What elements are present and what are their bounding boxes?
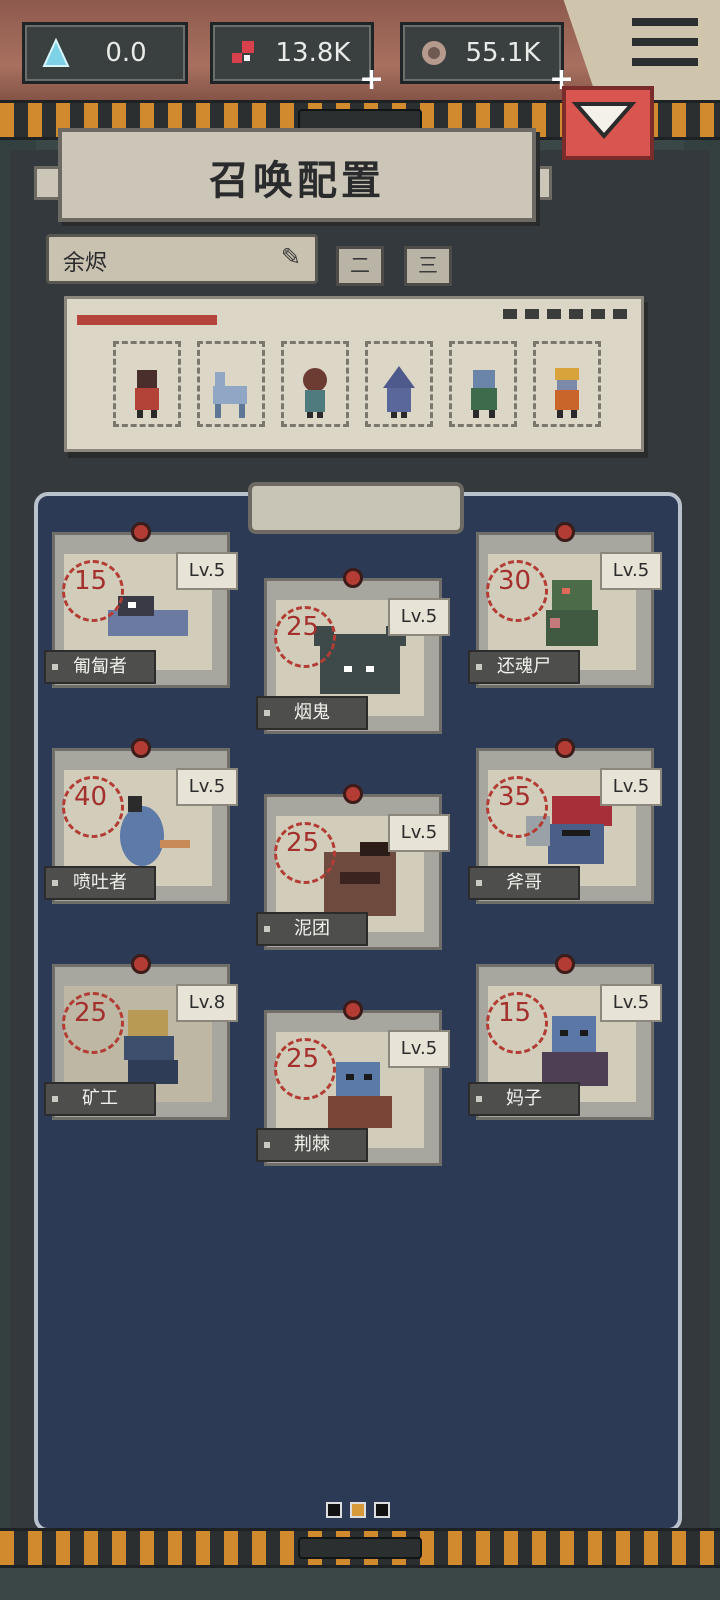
team-slot[interactable] bbox=[365, 341, 433, 427]
team-slot[interactable] bbox=[449, 341, 517, 427]
card-level: Lv.5 bbox=[600, 768, 662, 806]
card-cost: 35 bbox=[498, 782, 532, 812]
crystal-counter[interactable]: 0.0 bbox=[22, 22, 188, 84]
edit-icon[interactable]: ✎ bbox=[281, 243, 301, 271]
card-cost: 25 bbox=[286, 612, 320, 642]
bone-value: 55.1K bbox=[465, 38, 541, 68]
card-name: 矿工 bbox=[44, 1082, 156, 1116]
card-pin bbox=[555, 522, 575, 542]
ghoul-icon bbox=[471, 370, 497, 418]
miner-icon bbox=[555, 368, 579, 418]
preset-name: 余烬 bbox=[63, 251, 108, 276]
unit-card-smoke[interactable]: 25 Lv.5 烟鬼 bbox=[256, 568, 450, 734]
team-slot[interactable] bbox=[113, 341, 181, 427]
unit-card-miner[interactable]: 25 Lv.8 矿工 bbox=[44, 954, 238, 1120]
card-name: 泥团 bbox=[256, 912, 368, 946]
card-pin bbox=[131, 738, 151, 758]
card-level: Lv.5 bbox=[388, 814, 450, 852]
card-name: 喷吐者 bbox=[44, 866, 156, 900]
thorn-icon bbox=[303, 368, 327, 418]
page-indicator bbox=[326, 1502, 390, 1518]
preset-tab-2[interactable]: 二 bbox=[336, 246, 384, 286]
blood-counter[interactable]: 13.8K + bbox=[210, 22, 384, 95]
card-cost: 40 bbox=[74, 782, 108, 812]
team-dots bbox=[503, 309, 627, 319]
imp-icon bbox=[135, 370, 159, 418]
page-dot[interactable] bbox=[326, 1502, 342, 1518]
unit-card-axe[interactable]: 35 Lv.5 斧哥 bbox=[468, 738, 662, 904]
card-level: Lv.5 bbox=[388, 598, 450, 636]
card-level: Lv.5 bbox=[176, 552, 238, 590]
crystal-value: 0.0 bbox=[105, 38, 147, 68]
card-cost: 30 bbox=[498, 566, 532, 596]
menu-button[interactable] bbox=[628, 12, 702, 72]
card-name: 妈子 bbox=[468, 1082, 580, 1116]
page-dot[interactable] bbox=[374, 1502, 390, 1518]
wolf-icon bbox=[213, 372, 247, 418]
bone-counter[interactable]: 55.1K + bbox=[400, 22, 574, 95]
card-name: 荆棘 bbox=[256, 1128, 368, 1162]
blood-value: 13.8K bbox=[275, 38, 351, 68]
unit-card-revenant[interactable]: 30 Lv.5 还魂尸 bbox=[468, 522, 662, 688]
card-cost: 25 bbox=[286, 828, 320, 858]
card-cost: 15 bbox=[498, 998, 532, 1028]
add-blood-button[interactable]: + bbox=[359, 65, 385, 95]
unit-card-spitter[interactable]: 40 Lv.5 喷吐者 bbox=[44, 738, 238, 904]
hood-icon bbox=[383, 366, 415, 418]
unit-card-creeper[interactable]: 15 Lv.5 匍匐者 bbox=[44, 522, 238, 688]
crystal-icon bbox=[39, 36, 73, 70]
card-pin bbox=[343, 784, 363, 804]
card-cost: 25 bbox=[74, 998, 108, 1028]
card-level: Lv.5 bbox=[176, 768, 238, 806]
menu-bar bbox=[632, 38, 698, 46]
card-pin bbox=[343, 568, 363, 588]
card-level: Lv.8 bbox=[176, 984, 238, 1022]
unit-card-mother[interactable]: 15 Lv.5 妈子 bbox=[468, 954, 662, 1120]
card-name: 烟鬼 bbox=[256, 696, 368, 730]
roster-tab bbox=[248, 482, 464, 534]
stripe-cap bbox=[298, 1537, 422, 1559]
card-name: 还魂尸 bbox=[468, 650, 580, 684]
chevron-down-icon bbox=[571, 102, 637, 140]
team-slot[interactable] bbox=[281, 341, 349, 427]
page-title: 召唤配置 bbox=[209, 158, 385, 204]
team-panel bbox=[64, 296, 644, 452]
card-level: Lv.5 bbox=[600, 552, 662, 590]
card-cost: 15 bbox=[74, 566, 108, 596]
card-name: 斧哥 bbox=[468, 866, 580, 900]
menu-bar bbox=[632, 58, 698, 66]
team-slot[interactable] bbox=[197, 341, 265, 427]
team-accent bbox=[77, 315, 217, 325]
title-plate: 召唤配置 bbox=[58, 128, 536, 222]
card-pin bbox=[131, 522, 151, 542]
card-pin bbox=[343, 1000, 363, 1020]
unit-card-mud[interactable]: 25 Lv.5 泥团 bbox=[256, 784, 450, 950]
preset-tab-3[interactable]: 三 bbox=[404, 246, 452, 286]
card-level: Lv.5 bbox=[388, 1030, 450, 1068]
bottom-hazard-stripes bbox=[0, 1528, 720, 1568]
blood-icon bbox=[227, 36, 261, 70]
card-cost: 25 bbox=[286, 1044, 320, 1074]
unit-card-thorn[interactable]: 25 Lv.5 荆棘 bbox=[256, 1000, 450, 1166]
card-level: Lv.5 bbox=[600, 984, 662, 1022]
preset-name-field[interactable]: 余烬 ✎ bbox=[46, 234, 318, 284]
bone-icon bbox=[417, 36, 451, 70]
team-slot[interactable] bbox=[533, 341, 601, 427]
collapse-button[interactable] bbox=[562, 86, 654, 160]
card-pin bbox=[555, 738, 575, 758]
page-dot-active[interactable] bbox=[350, 1502, 366, 1518]
card-pin bbox=[555, 954, 575, 974]
card-pin bbox=[131, 954, 151, 974]
menu-bar bbox=[632, 18, 698, 26]
card-name: 匍匐者 bbox=[44, 650, 156, 684]
